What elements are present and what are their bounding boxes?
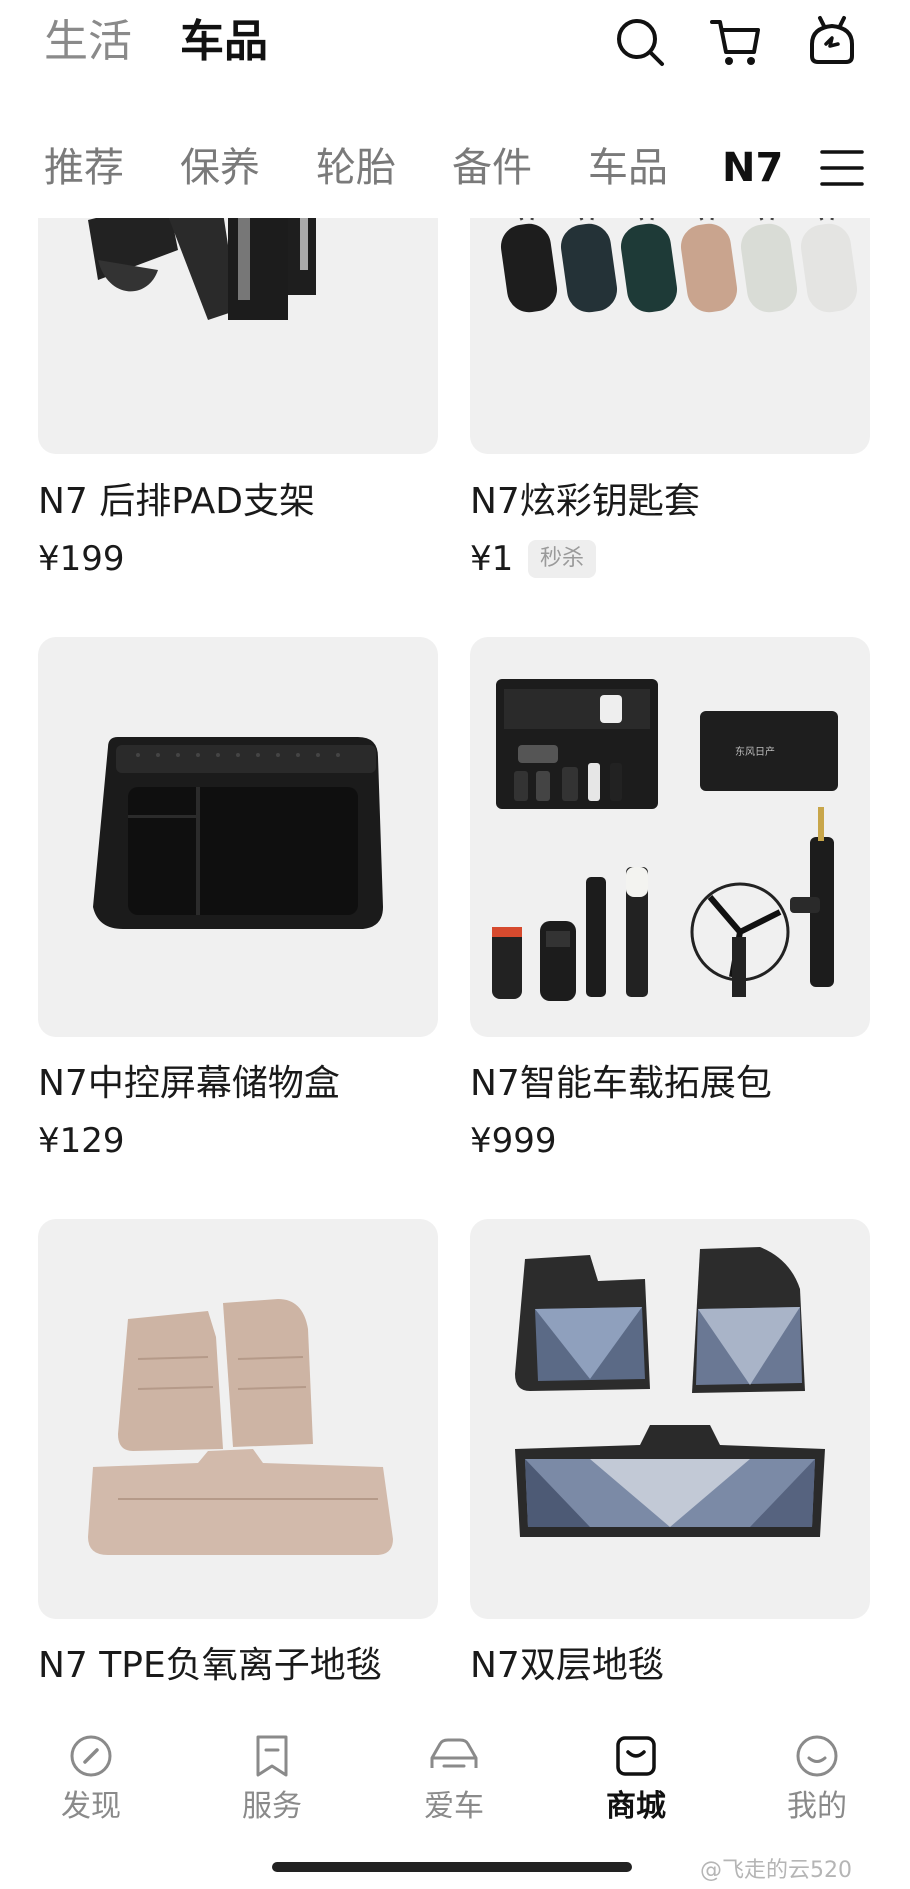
product-name[interactable]: N7 TPE负氧离子地毯: [38, 1642, 382, 1690]
category-tab[interactable]: 车品: [588, 138, 668, 198]
smile-icon: [796, 1735, 838, 1777]
nav-label: 爱车: [424, 1789, 484, 1824]
category-tab[interactable]: 保养: [180, 138, 260, 198]
nav-label: 服务: [242, 1789, 302, 1824]
product-name[interactable]: N7炫彩钥匙套: [470, 478, 700, 526]
service-icon[interactable]: [804, 14, 860, 70]
tab-car-products[interactable]: 车品: [180, 14, 268, 70]
product-name[interactable]: N7中控屏幕储物盒: [38, 1060, 340, 1108]
product-name[interactable]: N7智能车载拓展包: [470, 1060, 772, 1108]
product-price: ¥999: [470, 1121, 557, 1161]
car-icon: [430, 1738, 478, 1768]
kit-case-label: 东风日产: [735, 745, 775, 758]
compass-icon: [70, 1735, 112, 1777]
tab-life[interactable]: 生活: [44, 14, 132, 70]
nav-shop[interactable]: 商城: [561, 1732, 711, 1828]
menu-icon[interactable]: [818, 144, 866, 192]
cart-icon[interactable]: [708, 14, 764, 70]
category-tab[interactable]: 备件: [452, 138, 532, 198]
product-image-tpe-mat[interactable]: [38, 1219, 438, 1619]
tpe-mat-illustration: [88, 1299, 393, 1555]
product-price: ¥1: [470, 539, 514, 579]
nav-service[interactable]: 服务: [197, 1732, 347, 1828]
nav-discover[interactable]: 发现: [16, 1732, 166, 1828]
category-tab[interactable]: 轮胎: [316, 138, 396, 198]
storage-box-illustration: [93, 737, 383, 929]
nav-my-car[interactable]: 爱车: [379, 1732, 529, 1828]
product-image-storage-box[interactable]: [38, 637, 438, 1037]
nav-label: 发现: [61, 1789, 121, 1824]
top-bar: 生活 车品: [0, 0, 910, 90]
product-image-double-mat[interactable]: [470, 1219, 870, 1619]
product-image-smart-kit[interactable]: 东风日产: [470, 637, 870, 1037]
category-tab[interactable]: 推荐: [44, 138, 124, 198]
bookmark-icon: [256, 1735, 288, 1777]
shop-bag-icon: [616, 1736, 656, 1776]
watermark-text: @飞走的云520: [700, 1858, 852, 1883]
product-name[interactable]: N7 后排PAD支架: [38, 478, 315, 526]
home-indicator[interactable]: [272, 1862, 632, 1872]
nav-label: 商城: [606, 1789, 666, 1824]
double-mat-illustration: [515, 1247, 825, 1537]
category-tabs: 推荐 保养 轮胎 备件 车品 N7: [0, 130, 910, 218]
product-price: ¥199: [38, 539, 125, 579]
product-grid: N7 后排PAD支架 ¥199 N7炫彩钥匙套 ¥1 秒杀 东风日产 N7中控屏…: [0, 0, 910, 1889]
flash-sale-badge: 秒杀: [528, 540, 597, 578]
product-price: ¥129: [38, 1121, 125, 1161]
search-icon[interactable]: [612, 14, 668, 70]
nav-label: 我的: [787, 1789, 847, 1824]
product-name[interactable]: N7双层地毯: [470, 1642, 664, 1690]
smart-kit-illustration: 东风日产: [492, 679, 838, 1001]
nav-mine[interactable]: 我的: [742, 1732, 892, 1828]
category-tab-n7[interactable]: N7: [722, 138, 783, 198]
